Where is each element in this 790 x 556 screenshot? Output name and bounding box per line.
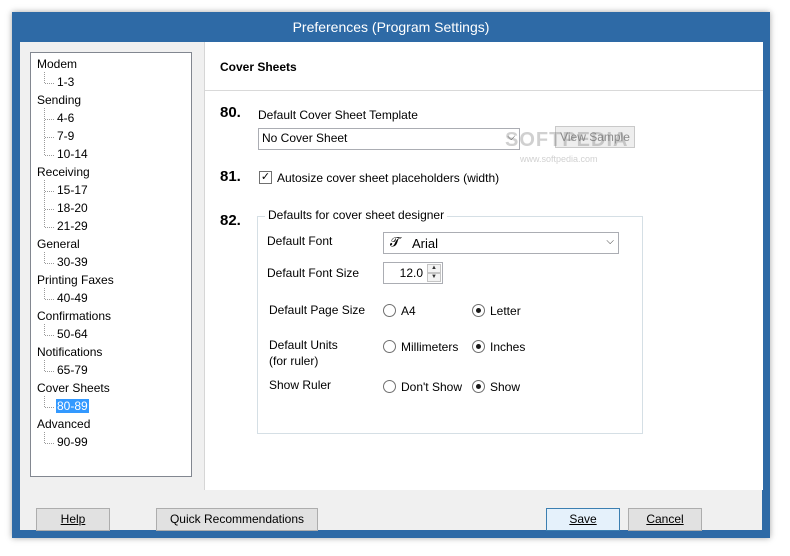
quick-recommendations-label: Quick Recommendations xyxy=(169,512,305,526)
tree-connector xyxy=(44,432,45,443)
tree-connector xyxy=(44,288,45,299)
page-size-letter-label: Letter xyxy=(490,304,521,318)
quick-recommendations-button[interactable]: Quick Recommendations xyxy=(156,508,318,531)
setting-number-80: 80. xyxy=(220,104,241,121)
watermark-url: www.softpedia.com xyxy=(520,154,598,164)
show-ruler-label: Show Ruler xyxy=(269,378,332,392)
tree-group[interactable]: Modem xyxy=(37,57,77,71)
stepper-up-icon[interactable]: ▲ xyxy=(427,264,441,273)
units-inches-label: Inches xyxy=(490,340,526,354)
tree-group[interactable]: General xyxy=(37,237,80,251)
default-units-label: Default Units xyxy=(269,338,338,352)
cover-template-label: Default Cover Sheet Template xyxy=(258,108,418,122)
tree-group[interactable]: Receiving xyxy=(37,165,90,179)
default-font-label: Default Font xyxy=(267,234,333,248)
tree-item[interactable]: 18-20 xyxy=(56,201,89,215)
tree-connector xyxy=(45,83,54,84)
tree-item[interactable]: 90-99 xyxy=(56,435,89,449)
tree-item[interactable]: 10-14 xyxy=(56,147,89,161)
tree-connector xyxy=(45,407,54,408)
tree-connector xyxy=(45,299,54,300)
tree-group[interactable]: Advanced xyxy=(37,417,90,431)
tree-connector xyxy=(45,263,54,264)
units-millimeters-radio[interactable] xyxy=(383,340,396,353)
panel-title: Cover Sheets xyxy=(220,60,297,74)
tree-item[interactable]: 65-79 xyxy=(56,363,89,377)
save-button[interactable]: Save xyxy=(546,508,620,531)
tree-connector xyxy=(45,155,54,156)
save-button-label: Save xyxy=(569,512,597,526)
window-title: Preferences (Program Settings) xyxy=(292,19,490,35)
designer-defaults-title: Defaults for cover sheet designer xyxy=(265,208,448,222)
default-font-value: Arial xyxy=(412,236,439,251)
cancel-button-label: Cancel xyxy=(646,512,684,526)
default-font-size-label: Default Font Size xyxy=(267,266,360,280)
tree-connector xyxy=(45,443,54,444)
cancel-button[interactable]: Cancel xyxy=(628,508,702,531)
tree-connector xyxy=(44,360,45,371)
ruler-dont-show-radio[interactable] xyxy=(383,380,396,393)
tree-connector xyxy=(45,191,54,192)
cover-template-value: No Cover Sheet xyxy=(262,131,348,145)
tree-group[interactable]: Cover Sheets xyxy=(37,381,110,395)
tree-item[interactable]: 21-29 xyxy=(56,219,89,233)
tree-connector xyxy=(44,108,45,155)
default-page-size-label: Default Page Size xyxy=(269,303,366,317)
tree-group[interactable]: Notifications xyxy=(37,345,102,359)
default-font-dropdown[interactable]: 𝓣 Arial ⌵ xyxy=(383,232,619,254)
tree-connector xyxy=(44,180,45,227)
autosize-label: Autosize cover sheet placeholders (width… xyxy=(277,171,500,185)
tree-connector xyxy=(44,72,45,83)
tree-connector xyxy=(44,252,45,263)
units-millimeters-label: Millimeters xyxy=(401,340,459,354)
preferences-window: Preferences (Program Settings) Modem 1-3 S… xyxy=(12,12,770,538)
tree-item[interactable]: 15-17 xyxy=(56,183,89,197)
help-button-label: Help xyxy=(60,512,86,526)
tree-item[interactable]: 1-3 xyxy=(56,75,75,89)
tree-group[interactable]: Printing Faxes xyxy=(37,273,114,287)
chevron-down-icon: ⌵ xyxy=(606,236,614,247)
settings-panel: Cover Sheets 80. Default Cover Sheet Tem… xyxy=(204,42,763,490)
font-size-stepper[interactable]: 12.0 ▲ ▼ xyxy=(383,262,443,284)
tree-item[interactable]: 50-64 xyxy=(56,327,89,341)
ruler-show-radio[interactable] xyxy=(472,380,485,393)
tree-connector xyxy=(45,335,54,336)
page-size-a4-label: A4 xyxy=(401,304,416,318)
tree-connector xyxy=(45,119,54,120)
tree-item[interactable]: 4-6 xyxy=(56,111,75,125)
tree-connector xyxy=(44,396,45,407)
setting-number-81: 81. xyxy=(220,168,241,185)
tree-connector xyxy=(45,137,54,138)
tree-group[interactable]: Confirmations xyxy=(37,309,111,323)
tree-connector xyxy=(45,371,54,372)
dialog-client: Modem 1-3 Sending 4-6 7-9 10-14 Receiving 15-17… xyxy=(20,42,763,531)
ruler-show-label: Show xyxy=(490,380,521,394)
tree-item[interactable]: 7-9 xyxy=(56,129,75,143)
help-button[interactable]: Help xyxy=(36,508,110,531)
truetype-font-icon: 𝓣 xyxy=(390,235,400,250)
units-inches-radio[interactable] xyxy=(472,340,485,353)
tree-connector xyxy=(45,209,54,210)
cover-template-dropdown[interactable]: No Cover Sheet ⌵ xyxy=(258,128,520,150)
font-size-value: 12.0 xyxy=(399,266,423,280)
stepper-down-icon[interactable]: ▼ xyxy=(427,273,441,282)
panel-header: Cover Sheets xyxy=(205,42,763,91)
tree-group[interactable]: Sending xyxy=(37,93,81,107)
watermark-text: SOFTPEDIA xyxy=(505,129,629,151)
tree-item[interactable]: 40-49 xyxy=(56,291,89,305)
tree-item[interactable]: 80-89 xyxy=(56,399,89,413)
default-units-sublabel: (for ruler) xyxy=(269,354,319,368)
tree-connector xyxy=(44,324,45,335)
autosize-checkbox[interactable]: ✓ xyxy=(259,171,272,184)
tree-connector xyxy=(45,227,54,228)
ruler-dont-show-label: Don't Show xyxy=(401,380,462,394)
settings-tree[interactable]: Modem 1-3 Sending 4-6 7-9 10-14 Receiving 15-17… xyxy=(30,52,192,477)
tree-item[interactable]: 30-39 xyxy=(56,255,89,269)
page-size-a4-radio[interactable] xyxy=(383,304,396,317)
setting-number-82: 82. xyxy=(220,212,241,229)
page-size-letter-radio[interactable] xyxy=(472,304,485,317)
